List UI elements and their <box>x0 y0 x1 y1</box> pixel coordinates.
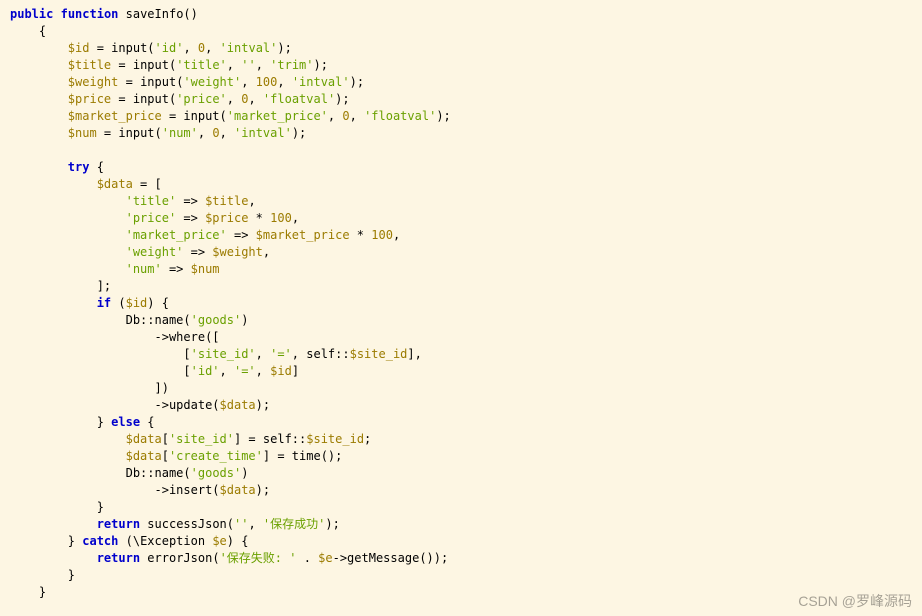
code-line: return successJson('', '保存成功'); <box>10 517 340 531</box>
code-line: } else { <box>10 415 155 429</box>
code-line: $data['create_time'] = time(); <box>10 449 342 463</box>
code-line: 'weight' => $weight, <box>10 245 270 259</box>
code-line: } <box>10 585 46 599</box>
code-line: if ($id) { <box>10 296 169 310</box>
code-block: public function saveInfo() { $id = input… <box>10 6 922 601</box>
code-line: $weight = input('weight', 100, 'intval')… <box>10 75 364 89</box>
code-line: $num = input('num', 0, 'intval'); <box>10 126 306 140</box>
code-line: 'market_price' => $market_price * 100, <box>10 228 400 242</box>
code-line: public function saveInfo() <box>10 7 198 21</box>
code-line: return errorJson('保存失败: ' . $e->getMessa… <box>10 551 448 565</box>
code-line: } catch (\Exception $e) { <box>10 534 248 548</box>
code-line: $market_price = input('market_price', 0,… <box>10 109 451 123</box>
code-line: ['id', '=', $id] <box>10 364 299 378</box>
code-line: ['site_id', '=', self::$site_id], <box>10 347 422 361</box>
code-line: 'num' => $num <box>10 262 220 276</box>
code-line: ->where([ <box>10 330 220 344</box>
code-line: Db::name('goods') <box>10 466 248 480</box>
code-line: ]) <box>10 381 169 395</box>
code-line: ->update($data); <box>10 398 270 412</box>
code-line: try { <box>10 160 104 174</box>
code-line: $title = input('title', '', 'trim'); <box>10 58 328 72</box>
watermark: CSDN @罗峰源码 <box>798 593 912 610</box>
code-line: ->insert($data); <box>10 483 270 497</box>
code-line: ]; <box>10 279 111 293</box>
code-line: $data = [ <box>10 177 162 191</box>
code-line: { <box>10 24 46 38</box>
code-line: } <box>10 568 75 582</box>
code-line: Db::name('goods') <box>10 313 248 327</box>
code-line: 'title' => $title, <box>10 194 256 208</box>
code-line: } <box>10 500 104 514</box>
code-line: $data['site_id'] = self::$site_id; <box>10 432 371 446</box>
code-line: $id = input('id', 0, 'intval'); <box>10 41 292 55</box>
code-line: $price = input('price', 0, 'floatval'); <box>10 92 350 106</box>
code-line: 'price' => $price * 100, <box>10 211 299 225</box>
